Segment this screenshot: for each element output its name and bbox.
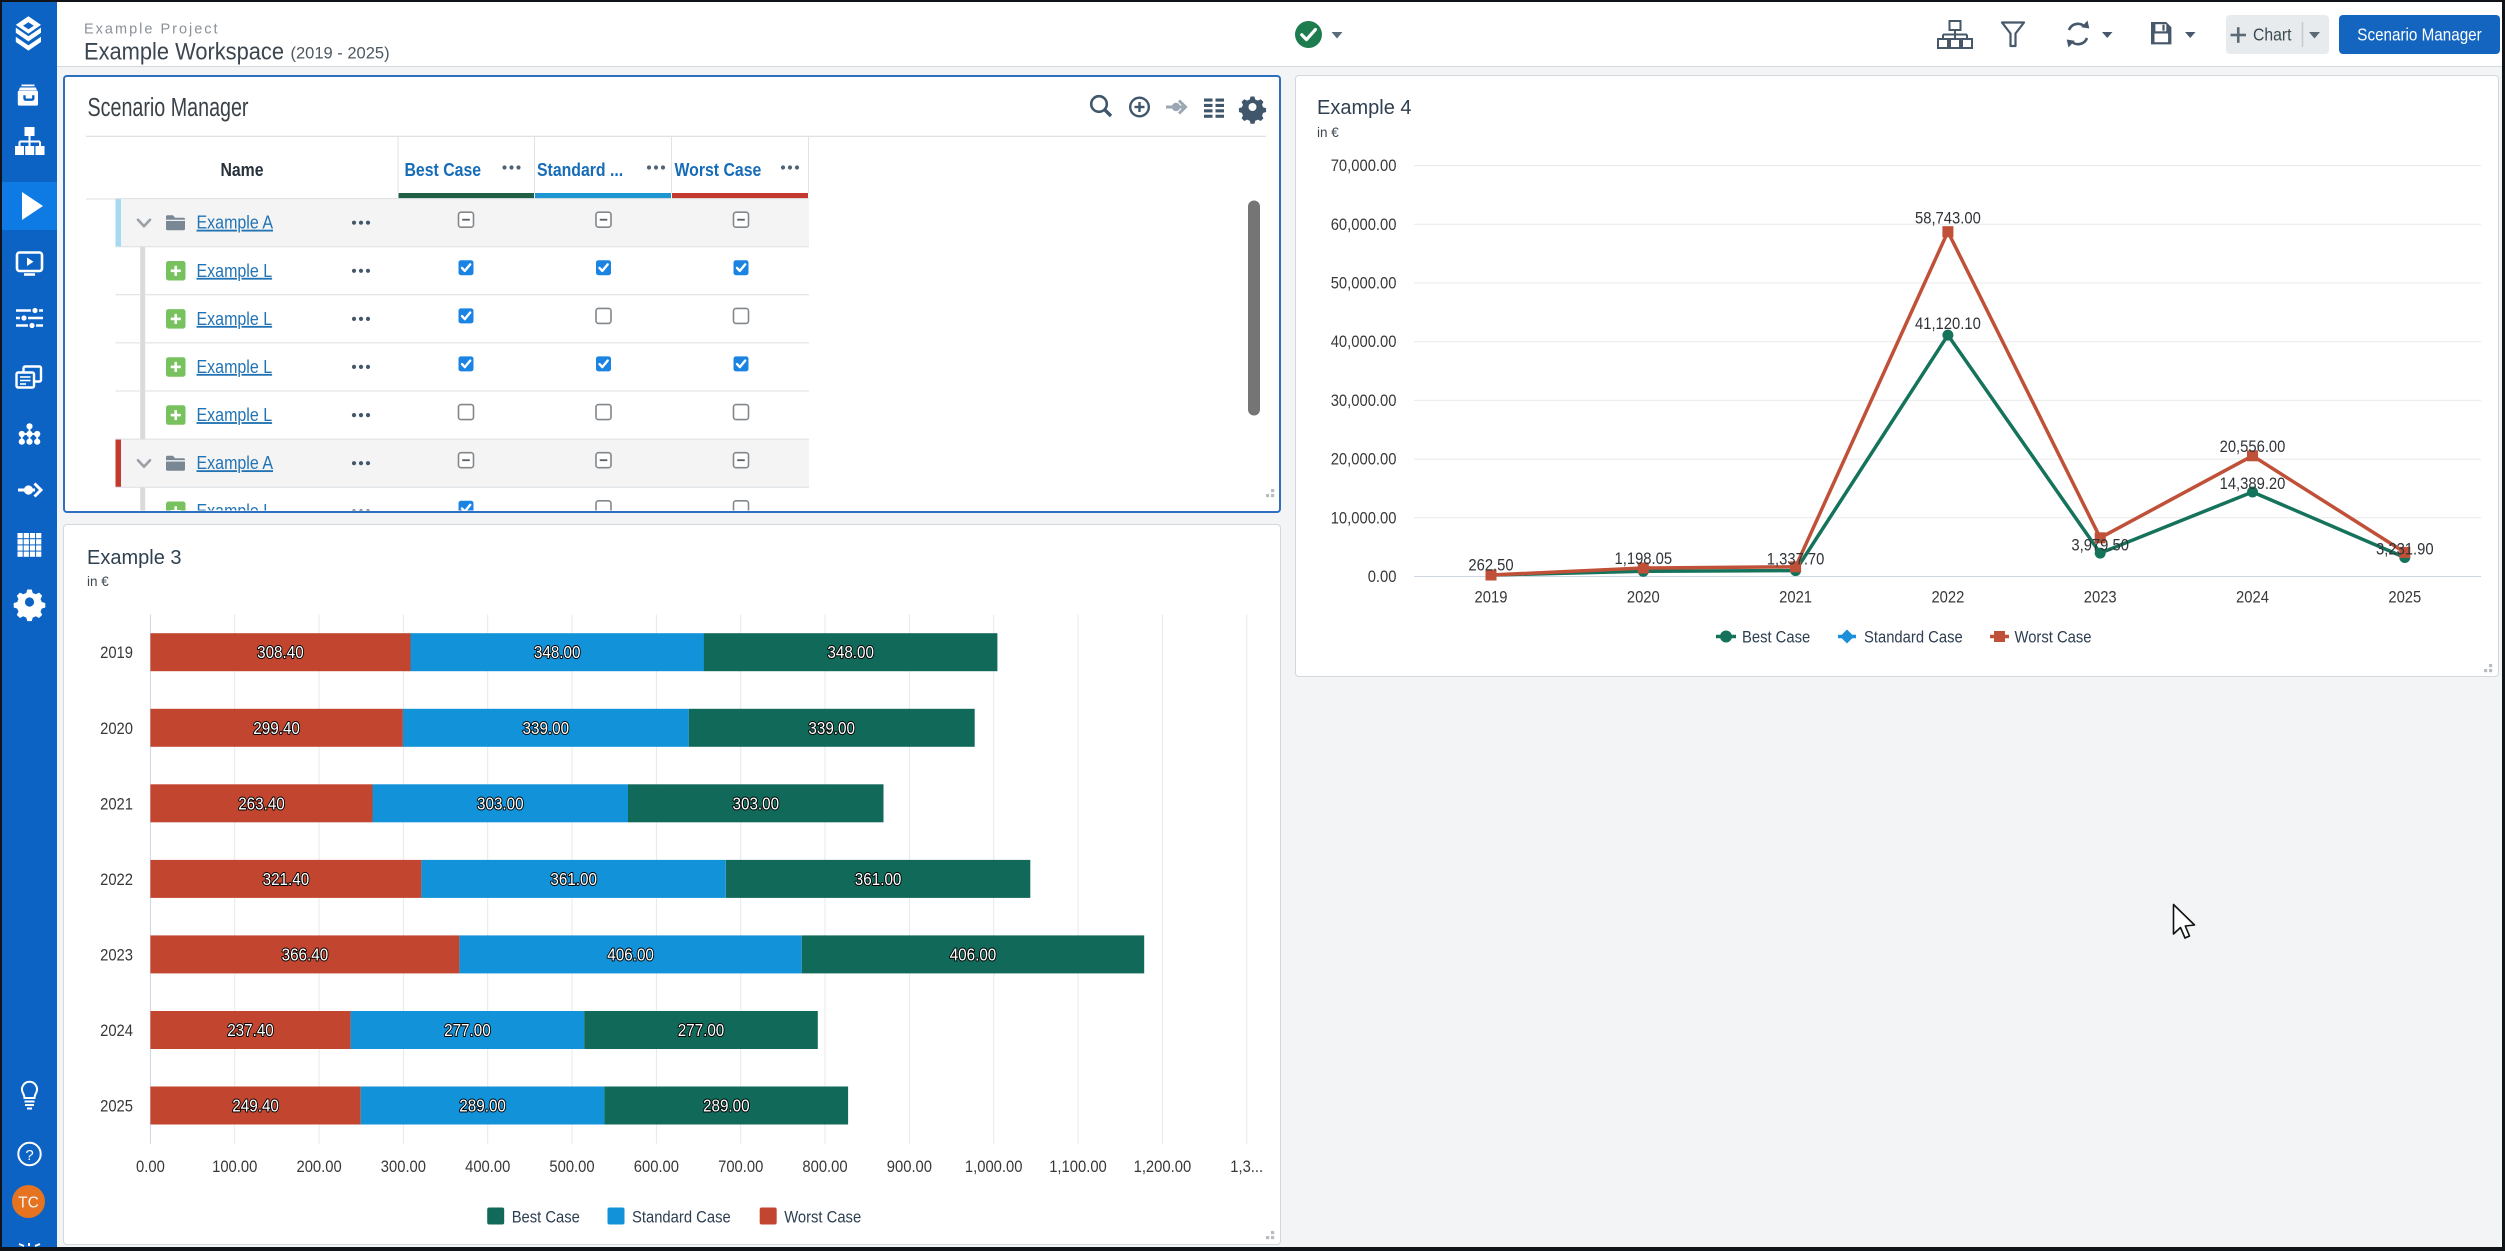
svg-text:Example L: Example L (197, 308, 273, 329)
svg-text:2019: 2019 (1475, 588, 1508, 607)
svg-text:2025: 2025 (100, 1097, 133, 1116)
svg-text:406.00: 406.00 (607, 944, 654, 964)
svg-text:277.00: 277.00 (444, 1020, 491, 1040)
svg-text:20,556.00: 20,556.00 (2220, 437, 2286, 456)
svg-text:200.00: 200.00 (297, 1157, 342, 1176)
svg-text:Worst Case: Worst Case (784, 1208, 861, 1227)
svg-text:Example A: Example A (197, 452, 274, 473)
svg-text:in €: in € (87, 574, 109, 589)
svg-text:249.40: 249.40 (232, 1096, 279, 1116)
svg-text:Example L: Example L (197, 500, 273, 521)
svg-text:10,000.00: 10,000.00 (1331, 508, 1397, 527)
svg-text:2022: 2022 (100, 870, 133, 889)
svg-text:1,337.70: 1,337.70 (1767, 550, 1825, 569)
svg-text:1,3...: 1,3... (1230, 1157, 1263, 1176)
svg-text:in €: in € (1317, 125, 1339, 140)
svg-text:299.40: 299.40 (253, 718, 300, 738)
svg-text:100.00: 100.00 (212, 1157, 257, 1176)
svg-text:Example 4: Example 4 (1317, 97, 1412, 119)
svg-text:58,743.00: 58,743.00 (1915, 209, 1981, 228)
svg-text:70,000.00: 70,000.00 (1331, 156, 1397, 175)
svg-text:800.00: 800.00 (802, 1157, 847, 1176)
svg-text:Chart: Chart (2253, 25, 2292, 45)
svg-text:2020: 2020 (1627, 588, 1660, 607)
svg-text:2021: 2021 (100, 794, 133, 813)
svg-text:Scenario Manager: Scenario Manager (2357, 25, 2482, 45)
svg-text:900.00: 900.00 (887, 1157, 932, 1176)
svg-text:Best Case: Best Case (1742, 628, 1810, 647)
svg-text:Example L: Example L (197, 404, 273, 425)
svg-text:Worst Case: Worst Case (675, 160, 762, 180)
svg-text:2021: 2021 (1779, 588, 1812, 607)
svg-text:41,120.10: 41,120.10 (1915, 314, 1981, 333)
svg-text:0.00: 0.00 (136, 1157, 165, 1176)
svg-text:366.40: 366.40 (282, 944, 329, 964)
svg-text:600.00: 600.00 (634, 1157, 679, 1176)
svg-text:1,000.00: 1,000.00 (965, 1157, 1023, 1176)
svg-text:3,979.50: 3,979.50 (2071, 536, 2129, 555)
svg-text:50,000.00: 50,000.00 (1331, 274, 1397, 293)
svg-text:262.50: 262.50 (1468, 556, 1513, 575)
svg-text:348.00: 348.00 (534, 642, 581, 662)
svg-text:1,198.05: 1,198.05 (1615, 549, 1673, 568)
svg-text:Example L: Example L (197, 260, 273, 281)
svg-text:2022: 2022 (1931, 588, 1964, 607)
svg-text:303.00: 303.00 (733, 793, 780, 813)
svg-text:2019: 2019 (100, 643, 133, 662)
svg-text:289.00: 289.00 (703, 1096, 750, 1116)
svg-text:237.40: 237.40 (227, 1020, 274, 1040)
svg-text:Standard ...: Standard ... (537, 160, 623, 180)
svg-text:2023: 2023 (100, 945, 133, 964)
svg-text:700.00: 700.00 (718, 1157, 763, 1176)
svg-text:2024: 2024 (2236, 588, 2269, 607)
svg-text:406.00: 406.00 (950, 944, 997, 964)
svg-text:308.40: 308.40 (257, 642, 304, 662)
svg-text:Worst Case: Worst Case (2015, 628, 2092, 647)
svg-text:263.40: 263.40 (238, 793, 285, 813)
svg-text:Scenario Manager: Scenario Manager (88, 94, 249, 122)
svg-text:361.00: 361.00 (855, 869, 902, 889)
svg-text:1,200.00: 1,200.00 (1134, 1157, 1192, 1176)
svg-text:20,000.00: 20,000.00 (1331, 450, 1397, 469)
svg-text:400.00: 400.00 (465, 1157, 510, 1176)
svg-text:Name: Name (220, 160, 263, 180)
svg-text:300.00: 300.00 (381, 1157, 426, 1176)
svg-text:Example A: Example A (197, 212, 274, 233)
svg-text:Example L: Example L (197, 356, 273, 377)
svg-text:277.00: 277.00 (678, 1020, 725, 1040)
svg-text:2024: 2024 (100, 1021, 133, 1040)
svg-text:2025: 2025 (2388, 588, 2421, 607)
svg-text:303.00: 303.00 (477, 793, 524, 813)
svg-text:361.00: 361.00 (550, 869, 597, 889)
svg-text:289.00: 289.00 (459, 1096, 506, 1116)
svg-text:Example 3: Example 3 (87, 547, 182, 569)
svg-text:339.00: 339.00 (523, 718, 570, 738)
svg-text:Best Case: Best Case (512, 1208, 580, 1227)
svg-text:Example Workspace: Example Workspace (84, 39, 284, 66)
svg-text:(2019 - 2025): (2019 - 2025) (291, 45, 390, 63)
svg-text:?: ? (25, 1147, 33, 1164)
svg-text:Standard Case: Standard Case (632, 1208, 731, 1227)
svg-text:500.00: 500.00 (549, 1157, 594, 1176)
svg-text:1,100.00: 1,100.00 (1049, 1157, 1107, 1176)
svg-text:321.40: 321.40 (263, 869, 310, 889)
svg-text:0.00: 0.00 (1368, 567, 1397, 586)
svg-text:2023: 2023 (2084, 588, 2117, 607)
svg-text:14,389.20: 14,389.20 (2220, 474, 2286, 493)
svg-text:3,231.90: 3,231.90 (2376, 539, 2434, 558)
svg-text:TC: TC (18, 1195, 39, 1212)
svg-text:40,000.00: 40,000.00 (1331, 332, 1397, 351)
svg-text:348.00: 348.00 (827, 642, 874, 662)
svg-text:Best Case: Best Case (405, 160, 482, 180)
svg-text:60,000.00: 60,000.00 (1331, 215, 1397, 234)
svg-text:2020: 2020 (100, 719, 133, 738)
svg-text:30,000.00: 30,000.00 (1331, 391, 1397, 410)
svg-text:339.00: 339.00 (808, 718, 855, 738)
svg-text:Standard Case: Standard Case (1864, 628, 1963, 647)
svg-text:Example Project: Example Project (84, 22, 220, 38)
